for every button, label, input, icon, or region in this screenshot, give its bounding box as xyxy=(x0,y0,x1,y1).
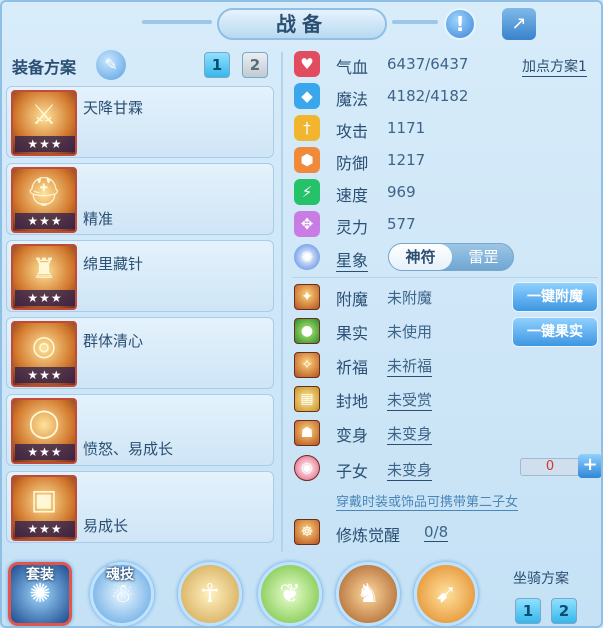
equip-plan-label: 装备方案 xyxy=(12,58,77,77)
star-rating: ★★★ xyxy=(15,444,75,460)
one-click-fruit-button[interactable]: 一键果实 xyxy=(512,317,598,347)
slot-name-child: 子女 xyxy=(336,462,369,481)
equipment-boots-icon: ▣ ★★★ xyxy=(11,475,77,541)
equipment-helmet-icon: ⛑ ★★★ xyxy=(11,167,77,233)
star-rating: ★★★ xyxy=(15,290,75,306)
stat-value-defense: 1217 xyxy=(387,151,426,169)
equipment-slot[interactable]: ◯ ★★★ 愤怒、易成长 xyxy=(6,394,274,466)
slot-value-transform[interactable]: 未变身 xyxy=(387,423,433,445)
star-sign-label[interactable]: 星象 xyxy=(336,247,369,272)
slot-name-fruit: 果实 xyxy=(336,324,369,343)
equipment-effect: 愤怒、易成长 xyxy=(83,440,174,458)
stat-value-attack: 1171 xyxy=(387,119,426,137)
fief-icon: ▤ xyxy=(294,386,320,412)
stat-value-spirit: 577 xyxy=(387,215,416,233)
equipment-effect: 群体清心 xyxy=(83,332,144,350)
title-ornament-left xyxy=(142,20,212,24)
enchant-icon: ✦ xyxy=(294,284,320,310)
equipment-effect: 精准 xyxy=(83,210,114,228)
star-rating: ★★★ xyxy=(15,521,75,537)
slot-value-blessing[interactable]: 未祈福 xyxy=(387,355,433,377)
info-alert-icon[interactable]: ! xyxy=(444,8,476,40)
toggle-option-leigang[interactable]: 雷罡 xyxy=(452,244,515,270)
transform-icon: ☗ xyxy=(294,420,320,446)
slot-name-fief: 封地 xyxy=(336,392,369,411)
stat-value-speed: 969 xyxy=(387,183,416,201)
child-count-field: 0 xyxy=(520,458,580,476)
equip-plan-tab-2[interactable]: 2 xyxy=(242,52,268,78)
one-click-enchant-button[interactable]: 一键附魔 xyxy=(512,282,598,312)
meditate-skill-icon[interactable]: ☥ xyxy=(178,562,242,626)
stat-name-hp: 气血 xyxy=(336,58,369,77)
defense-icon: ⬢ xyxy=(294,147,320,173)
equipment-slot[interactable]: ⛑ ★★★ 精准 xyxy=(6,163,274,235)
equipment-slot[interactable]: ♜ ★★★ 绵里藏针 xyxy=(6,240,274,312)
equipment-armor-icon: ♜ ★★★ xyxy=(11,244,77,310)
title-ornament-right xyxy=(392,20,438,24)
stat-name-speed: 速度 xyxy=(336,186,369,205)
stat-name-mana: 魔法 xyxy=(336,90,369,109)
slot-name-transform: 变身 xyxy=(336,426,369,445)
mount-plan-tab-2[interactable]: 2 xyxy=(551,598,577,624)
child-icon: ◉ xyxy=(294,455,320,481)
equipment-slot[interactable]: ⚔ ★★★ 天降甘霖 xyxy=(6,86,274,158)
hp-icon: ♥ xyxy=(294,51,320,77)
mana-icon: ◆ xyxy=(294,83,320,109)
equipment-necklace-icon: ◎ ★★★ xyxy=(11,321,77,387)
fruit-icon: ● xyxy=(294,318,320,344)
equip-plan-tab-1[interactable]: 1 xyxy=(204,52,230,78)
slot-name-blessing: 祈福 xyxy=(336,358,369,377)
archer-skill-icon[interactable]: ➹ xyxy=(414,562,478,626)
cultivation-awaken-label: 修炼觉醒 xyxy=(336,526,401,545)
slot-name-enchant: 附魔 xyxy=(336,290,369,309)
stat-value-mana: 4182/4182 xyxy=(387,87,469,105)
stat-name-attack: 攻击 xyxy=(336,122,369,141)
attribute-plan-link[interactable]: 加点方案1 xyxy=(522,56,587,77)
cultivation-awaken-value[interactable]: 0/8 xyxy=(424,523,449,542)
page-title: 战备 xyxy=(217,8,387,40)
title-bar: 战备 ! ↗ xyxy=(2,2,601,44)
second-child-hint-link[interactable]: 穿戴时装或饰品可携带第二子女 xyxy=(336,491,519,511)
cultivation-awaken-icon: ☸ xyxy=(294,519,320,545)
section-divider xyxy=(292,277,598,278)
add-child-button[interactable]: + xyxy=(578,454,601,478)
battle-prep-window: 战备 ! ↗ 装备方案 ✎ 1 2 ⚔ ★★★ 天降甘霖 ⛑ ★★★ 精准 ♜ … xyxy=(0,0,603,628)
mount-plan-tab-1[interactable]: 1 xyxy=(515,598,541,624)
equipment-belt-icon: ◯ ★★★ xyxy=(11,398,77,464)
equipment-effect: 易成长 xyxy=(83,517,129,535)
slot-value-fief[interactable]: 未受赏 xyxy=(387,389,433,411)
suit-tab-label: 套装 xyxy=(26,567,54,583)
stat-name-defense: 防御 xyxy=(336,154,369,173)
share-icon[interactable]: ↗ xyxy=(502,8,536,40)
mount-plan-label: 坐骑方案 xyxy=(513,571,569,587)
equipment-slot[interactable]: ▣ ★★★ 易成长 xyxy=(6,471,274,543)
star-rating: ★★★ xyxy=(15,213,75,229)
attack-icon: † xyxy=(294,115,320,141)
soul-skill-tab-label: 魂技 xyxy=(106,567,134,583)
spirit-icon: ✥ xyxy=(294,211,320,237)
star-rating: ★★★ xyxy=(15,367,75,383)
beast-skill-icon[interactable]: ♞ xyxy=(336,562,400,626)
leaf-skill-icon[interactable]: ❦ xyxy=(258,562,322,626)
star-sign-icon: ✺ xyxy=(294,244,320,270)
edit-plan-icon[interactable]: ✎ xyxy=(96,50,126,80)
stat-name-spirit: 灵力 xyxy=(336,218,369,237)
star-sign-toggle[interactable]: 神符 雷罡 xyxy=(388,243,514,271)
toggle-option-shenfu[interactable]: 神符 xyxy=(389,244,452,270)
equipment-slot[interactable]: ◎ ★★★ 群体清心 xyxy=(6,317,274,389)
slot-value-enchant: 未附魔 xyxy=(387,289,433,307)
blessing-icon: ✧ xyxy=(294,352,320,378)
star-rating: ★★★ xyxy=(15,136,75,152)
stat-value-hp: 6437/6437 xyxy=(387,55,469,73)
equipment-weapon-icon: ⚔ ★★★ xyxy=(11,90,77,156)
panel-divider xyxy=(281,52,283,552)
speed-icon: ⚡ xyxy=(294,179,320,205)
slot-value-child[interactable]: 未变身 xyxy=(387,459,433,481)
equipment-effect: 天降甘霖 xyxy=(83,99,144,117)
equipment-effect: 绵里藏针 xyxy=(83,255,144,273)
slot-value-fruit: 未使用 xyxy=(387,323,433,341)
